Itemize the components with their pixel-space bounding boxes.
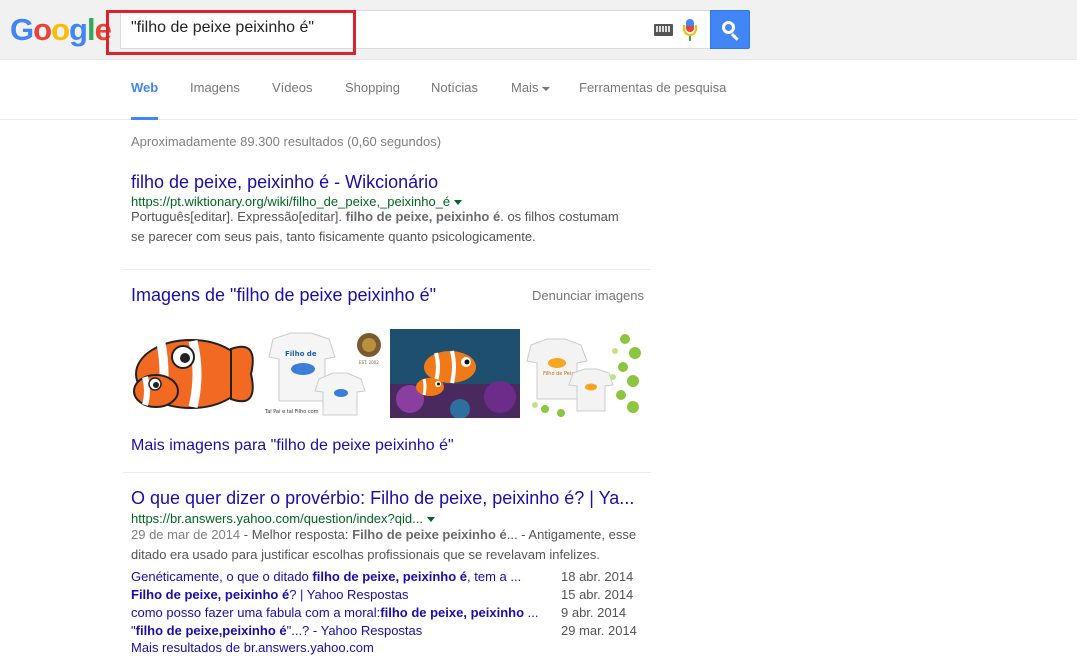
divider (123, 269, 651, 270)
sub-result-link[interactable]: Genéticamente, o que o ditado filho de p… (131, 569, 521, 584)
result-url-text: https://br.answers.yahoo.com/question/in… (131, 511, 423, 526)
sub-result-bold: filho de peixe, peixinho é (312, 569, 467, 584)
microphone-icon[interactable] (682, 19, 698, 41)
logo-letter: l (86, 12, 96, 47)
sub-result-bold: filho de peixe,peixinho é (135, 623, 287, 638)
search-tabs: Web Imagens Vídeos Shopping Notícias Mai… (0, 61, 1077, 120)
badge-text: EST. 2002 (359, 360, 379, 365)
sub-result-date: 29 mar. 2014 (561, 623, 637, 638)
logo-letter: G (10, 12, 34, 47)
logo-letter: o (51, 12, 70, 47)
snippet-text: ditado era usado para justificar escolha… (131, 547, 600, 562)
tab-web[interactable]: Web (131, 80, 158, 95)
caret-down-icon[interactable] (426, 517, 435, 523)
snippet-bold: Filho de peixe peixinho é (352, 527, 507, 542)
result-url: https://br.answers.yahoo.com/question/in… (131, 511, 435, 526)
sub-result-date: 15 abr. 2014 (561, 587, 634, 602)
sub-result-link[interactable]: Filho de peixe, peixinho é? | Yahoo Resp… (131, 587, 408, 602)
sub-result-link[interactable]: como posso fazer uma fabula com a moral:… (131, 605, 538, 620)
shirt-text: Filho de (285, 350, 317, 358)
header: Google (0, 0, 1077, 60)
tab-shopping[interactable]: Shopping (345, 80, 400, 95)
google-logo[interactable]: Google (10, 12, 112, 48)
sub-result-date: 9 abr. 2014 (561, 605, 627, 620)
search-button[interactable] (710, 10, 750, 49)
sub-result-text: Genéticamente, o que o ditado (131, 569, 313, 584)
divider (123, 472, 651, 473)
snippet-bold: filho de peixe, peixinho é (345, 209, 501, 224)
tab-videos[interactable]: Vídeos (272, 80, 312, 95)
chevron-down-icon (542, 86, 551, 91)
logo-letter: g (69, 12, 88, 47)
result-snippet: 29 de mar de 2014 - Melhor resposta: Fil… (131, 525, 651, 565)
result-stats: Aproximadamente 89.300 resultados (0,60 … (131, 134, 442, 149)
sub-result-text: ... (524, 605, 539, 620)
clownfish-reef-image (390, 329, 520, 418)
more-results-link[interactable]: Mais resultados de br.answers.yahoo.com (131, 640, 374, 655)
images-heading[interactable]: Imagens de "filho de peixe peixinho é" (131, 285, 436, 306)
logo-letter: o (33, 12, 52, 47)
highlight-box (106, 10, 356, 55)
sub-result-text: , tem a ... (467, 569, 522, 584)
image-thumbnail[interactable]: Filho de Peixe (525, 329, 643, 418)
tab-images[interactable]: Imagens (190, 80, 240, 95)
tab-search-tools[interactable]: Ferramentas de pesquisa (579, 80, 726, 95)
sub-result-bold: filho de peixe, peixinho (380, 605, 525, 620)
tab-more[interactable]: Mais (511, 80, 551, 95)
result-title[interactable]: O que quer dizer o provérbio: Filho de p… (131, 488, 634, 509)
image-thumbnail[interactable] (390, 329, 520, 418)
keyboard-icon[interactable] (654, 24, 673, 36)
clownfish-cartoon-image (131, 329, 261, 418)
result-title[interactable]: filho de peixe, peixinho é - Wikcionário (131, 172, 438, 193)
sub-result-text: como posso fazer uma fabula com a moral: (131, 605, 381, 620)
tab-more-label: Mais (511, 80, 539, 95)
caret-down-icon[interactable] (454, 200, 463, 206)
result-snippet: Português[editar]. Expressão[editar]. fi… (131, 207, 651, 247)
more-images-link[interactable]: Mais imagens para "filho de peixe peixin… (131, 437, 454, 455)
snippet-text: - Melhor resposta: (240, 527, 353, 542)
active-tab-indicator (131, 117, 158, 120)
search-icon (722, 21, 735, 34)
sub-result-text: "...? - Yahoo Respostas (286, 623, 423, 638)
tshirt-flowers-image: Filho de Peixe (525, 329, 643, 418)
shirt-caption: Tal Pai e tal Filho com (264, 409, 319, 415)
image-thumbnail[interactable] (131, 329, 261, 418)
tshirt-image: Filho de EST. 2002 Tal Pai e tal Filho c… (263, 329, 385, 418)
image-thumbnail[interactable]: Filho de EST. 2002 Tal Pai e tal Filho c… (263, 329, 385, 418)
snippet-text: Português[editar]. Expressão[editar]. (131, 209, 346, 224)
tab-news[interactable]: Notícias (431, 80, 478, 95)
sub-result-date: 18 abr. 2014 (561, 569, 634, 584)
sub-result-link[interactable]: "filho de peixe,peixinho é"...? - Yahoo … (131, 623, 422, 638)
report-images-link[interactable]: Denunciar imagens (532, 288, 644, 303)
snippet-text: . os filhos costumam (500, 209, 619, 224)
sub-result-bold: Filho de peixe, peixinho é (131, 587, 290, 602)
result-date: 29 de mar de 2014 (131, 527, 241, 542)
snippet-text: se parecer com seus pais, tanto fisicame… (131, 229, 536, 244)
snippet-text: ... - Antigamente, esse (506, 527, 637, 542)
sub-result-text: ? | Yahoo Respostas (289, 587, 409, 602)
